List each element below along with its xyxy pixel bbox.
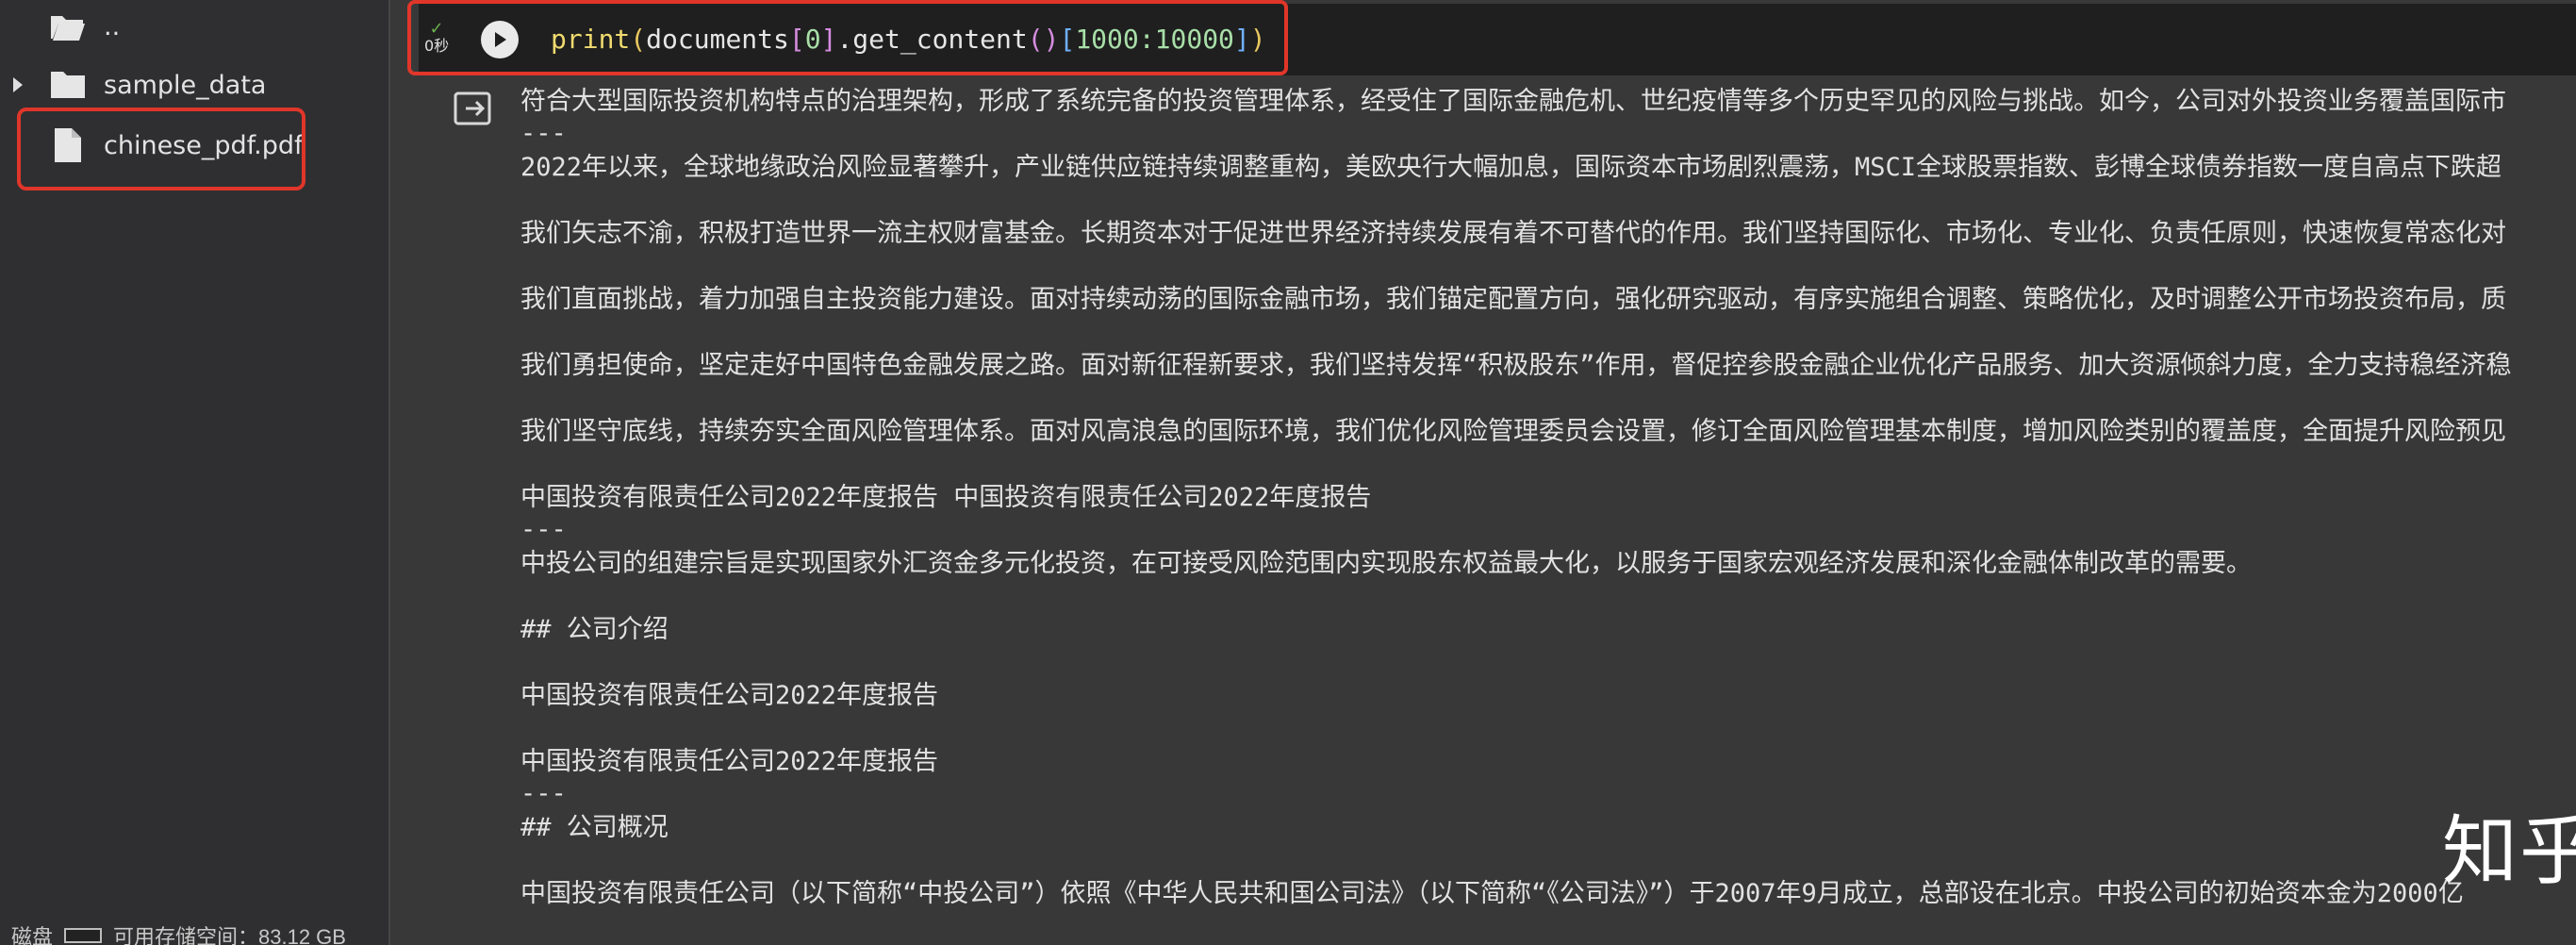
- code-highlight-box: [407, 0, 1288, 75]
- folder-icon: [49, 66, 87, 104]
- output-line: 中国投资有限责任公司2022年度报告: [520, 681, 939, 710]
- disk-label: 磁盘: [11, 925, 54, 945]
- notebook-area: ✓ 0秒 print(documents[0].get_content()[10…: [390, 0, 2576, 945]
- output-line: 我们直面挑战，着力加强自主投资能力建设。面对持续动荡的国际金融市场，我们锚定配置…: [520, 285, 2506, 314]
- tree-item-label: sample_data: [104, 70, 267, 100]
- output-line: ## 公司介绍: [520, 615, 669, 644]
- output-line: 2022年以来，全球地缘政治风险显著攀升，产业链供应链持续调整重构，美欧央行大幅…: [520, 153, 2502, 182]
- output-line: 中国投资有限责任公司（以下简称“中投公司”）依照《中华人民共和国公司法》（以下简…: [520, 879, 2464, 908]
- file-browser-sidebar: .. sample_data chinese_pdf.pdf 磁盘 可用存储空间…: [0, 0, 390, 945]
- output-line: 我们勇担使命，坚定走好中国特色金融发展之路。面对新征程新要求，我们坚持发挥“积极…: [520, 351, 2512, 380]
- output-line: 符合大型国际投资机构特点的治理架构，形成了系统完备的投资管理体系，经受住了国际金…: [520, 87, 2506, 116]
- disk-usage-bar: [64, 928, 103, 943]
- output-line: ---: [520, 119, 567, 148]
- file-highlight-box: [17, 108, 305, 191]
- disk-storage-indicator: 磁盘 可用存储空间：83.12 GB: [11, 920, 346, 945]
- chevron-right-icon[interactable]: [0, 76, 36, 93]
- output-line: ---: [520, 779, 567, 808]
- zhihu-watermark: 知乎 @Kevin: [2442, 807, 2576, 895]
- colab-window: .. sample_data chinese_pdf.pdf 磁盘 可用存储空间…: [0, 0, 2576, 945]
- disk-available-text: 可用存储空间：83.12 GB: [113, 925, 346, 945]
- output-line: 中投公司的组建宗旨是实现国家外汇资金多元化投资，在可接受风险范围内实现股东权益最…: [520, 549, 2252, 578]
- output-line: 中国投资有限责任公司2022年度报告 中国投资有限责任公司2022年度报告: [520, 483, 1372, 512]
- output-line: ## 公司概况: [520, 813, 669, 842]
- output-line: 我们矢志不渝，积极打造世界一流主权财富基金。长期资本对于促进世界经济持续发展有着…: [520, 219, 2506, 248]
- tree-item-label: ..: [104, 11, 121, 41]
- tree-item-parent[interactable]: ..: [0, 0, 390, 53]
- output-line: 我们坚守底线，持续夯实全面风险管理体系。面对风高浪急的国际环境，我们优化风险管理…: [520, 417, 2506, 446]
- tree-item-sample-data[interactable]: sample_data: [0, 58, 390, 111]
- output-icon[interactable]: [453, 89, 492, 128]
- output-line: 中国投资有限责任公司2022年度报告: [520, 747, 939, 776]
- output-line: ---: [520, 515, 567, 544]
- folder-open-icon: [49, 8, 87, 45]
